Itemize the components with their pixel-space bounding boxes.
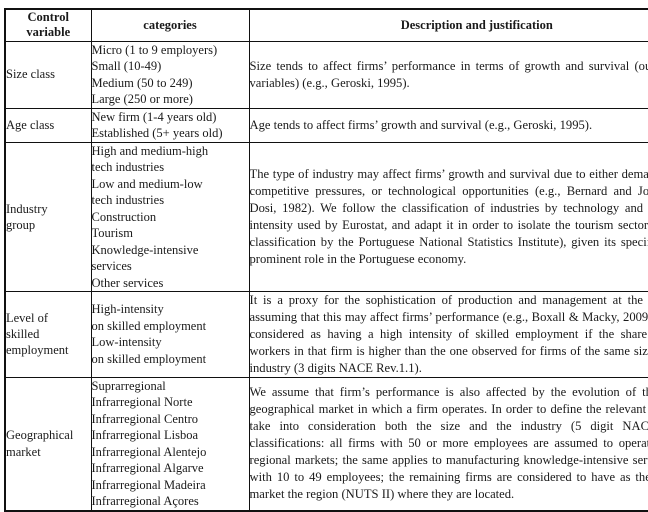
category-item: Micro (1 to 9 employers) — [92, 42, 249, 59]
category-item: Construction — [92, 209, 249, 226]
row-variable-industry-group: Industry group — [5, 142, 91, 292]
category-item: Small (10-49) — [92, 58, 249, 75]
row-variable-skilled-employment: Level of skilled employment — [5, 292, 91, 378]
row-variable-label-line3: employment — [6, 343, 69, 357]
category-item: Low-intensity — [92, 334, 249, 351]
category-item: Infrarregional Alentejo — [92, 444, 249, 461]
column-header-control-variable-line1: Control — [28, 10, 69, 24]
row-categories-skilled-employment: High-intensity on skilled employment Low… — [91, 292, 249, 378]
row-variable-label-line2: skilled — [6, 327, 39, 341]
column-header-categories: categories — [91, 9, 249, 41]
row-categories-geographical-market: Suprarregional Infrarregional Norte Infr… — [91, 377, 249, 511]
row-variable-label: Size class — [6, 67, 55, 81]
row-variable-size-class: Size class — [5, 41, 91, 108]
row-categories-size-class: Micro (1 to 9 employers) Small (10-49) M… — [91, 41, 249, 108]
row-description-text: The type of industry may affect firms’ g… — [250, 166, 648, 268]
category-item: Low and medium-low — [92, 176, 249, 193]
category-item: Infrarregional Norte — [92, 394, 249, 411]
category-item: High and medium-high — [92, 143, 249, 160]
category-item: Medium (50 to 249) — [92, 75, 249, 92]
row-variable-label: Age class — [6, 118, 54, 132]
row-description-age-class: Age tends to affect firms’ growth and su… — [249, 108, 648, 142]
row-description-text: It is a proxy for the sophistication of … — [250, 292, 648, 377]
category-item: Infrarregional Madeira — [92, 477, 249, 494]
table-row: Level of skilled employment High-intensi… — [5, 292, 648, 378]
row-description-industry-group: The type of industry may affect firms’ g… — [249, 142, 648, 292]
category-item: New firm (1-4 years old) — [92, 109, 249, 126]
row-variable-label-line1: Geographical — [6, 428, 73, 442]
table-body: Size class Micro (1 to 9 employers) Smal… — [5, 41, 648, 511]
category-item: Infrarregional Lisboa — [92, 427, 249, 444]
row-categories-industry-group: High and medium-high tech industries Low… — [91, 142, 249, 292]
category-item: tech industries — [92, 159, 249, 176]
table-row: Age class New firm (1-4 years old) Estab… — [5, 108, 648, 142]
category-item: Large (250 or more) — [92, 91, 249, 108]
table-row: Geographical market Suprarregional Infra… — [5, 377, 648, 511]
category-item: Established (5+ years old) — [92, 125, 249, 142]
category-item: services — [92, 258, 249, 275]
row-variable-label-line2: group — [6, 218, 35, 232]
category-item: tech industries — [92, 192, 249, 209]
row-description-geographical-market: We assume that firm’s performance is als… — [249, 377, 648, 511]
control-variables-table-container: Control variable categories Description … — [4, 8, 648, 512]
table-header-row: Control variable categories Description … — [5, 9, 648, 41]
category-item: Suprarregional — [92, 378, 249, 395]
row-categories-age-class: New firm (1-4 years old) Established (5+… — [91, 108, 249, 142]
row-variable-age-class: Age class — [5, 108, 91, 142]
row-variable-label-line1: Industry — [6, 202, 48, 216]
row-variable-label-line1: Level of — [6, 311, 48, 325]
row-description-text: We assume that firm’s performance is als… — [250, 384, 648, 503]
category-item: on skilled employment — [92, 351, 249, 368]
column-header-description: Description and justification — [249, 9, 648, 41]
category-item: Other services — [92, 275, 249, 292]
row-description-size-class: Size tends to affect firms’ performance … — [249, 41, 648, 108]
row-variable-geographical-market: Geographical market — [5, 377, 91, 511]
category-item: Infrarregional Açores — [92, 493, 249, 510]
column-header-control-variable-line2: variable — [26, 25, 70, 39]
row-variable-label-line2: market — [6, 445, 41, 459]
category-item: Knowledge-intensive — [92, 242, 249, 259]
category-item: Infrarregional Centro — [92, 411, 249, 428]
category-item: High-intensity — [92, 301, 249, 318]
row-description-skilled-employment: It is a proxy for the sophistication of … — [249, 292, 648, 378]
table-header: Control variable categories Description … — [5, 9, 648, 41]
row-description-text: Size tends to affect firms’ performance … — [250, 58, 648, 92]
table-row: Size class Micro (1 to 9 employers) Smal… — [5, 41, 648, 108]
control-variables-table: Control variable categories Description … — [4, 8, 648, 512]
category-item: Infrarregional Algarve — [92, 460, 249, 477]
category-item: Tourism — [92, 225, 249, 242]
table-row: Industry group High and medium-high tech… — [5, 142, 648, 292]
column-header-control-variable: Control variable — [5, 9, 91, 41]
category-item: on skilled employment — [92, 318, 249, 335]
row-description-text: Age tends to affect firms’ growth and su… — [250, 117, 648, 134]
